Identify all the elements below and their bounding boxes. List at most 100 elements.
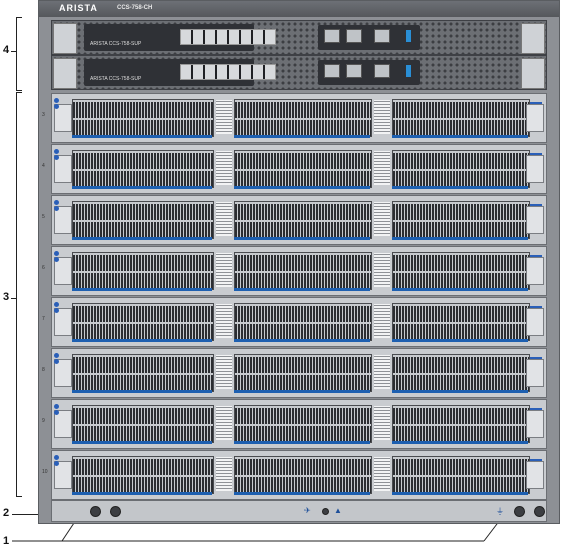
supervisor-ports xyxy=(180,64,276,80)
status-led xyxy=(54,308,59,313)
status-led xyxy=(54,461,59,466)
port-bank xyxy=(392,201,530,239)
port-bank xyxy=(234,405,372,443)
warning-icon: ▲ xyxy=(334,506,342,515)
port-bank xyxy=(392,252,530,290)
slot-number: 10 xyxy=(42,469,48,475)
vent xyxy=(374,100,390,134)
vent xyxy=(374,355,390,389)
chassis-brand: ARISTA xyxy=(59,3,98,13)
linecard: 8 xyxy=(42,348,547,398)
vent xyxy=(216,100,232,134)
status-led xyxy=(54,455,59,460)
status-led xyxy=(322,508,329,515)
vent xyxy=(216,406,232,440)
supervisor-module-1: ARISTA CCS-758-SUP xyxy=(51,20,547,55)
linecard-status-leds xyxy=(54,98,62,109)
port-bank xyxy=(234,201,372,239)
chassis: ARISTA CCS-758-CH ARISTA CCS-758-SUP ARI… xyxy=(38,0,560,524)
linecard-status-leds xyxy=(54,302,62,313)
thumbscrew xyxy=(514,506,525,517)
vent xyxy=(374,253,390,287)
linecard-status-leds xyxy=(54,353,62,364)
linecard: 7 xyxy=(42,297,547,347)
vent xyxy=(374,202,390,236)
status-led xyxy=(54,206,59,211)
status-led xyxy=(54,155,59,160)
slot-number: 9 xyxy=(42,418,45,424)
usb-port xyxy=(406,65,411,77)
port-bank xyxy=(392,354,530,392)
port-bank xyxy=(234,456,372,494)
status-led xyxy=(54,353,59,358)
supervisor-ports xyxy=(180,29,276,45)
port-bank xyxy=(234,252,372,290)
slot-number: 4 xyxy=(42,163,45,169)
callout-3: 3 xyxy=(3,291,10,303)
supervisor-mgmt-panel xyxy=(318,60,420,85)
port-label-strip xyxy=(72,441,212,444)
port-bank xyxy=(392,456,530,494)
linecard-ear-right xyxy=(526,461,544,489)
thumbscrew xyxy=(110,506,121,517)
tick-4 xyxy=(11,51,16,52)
linecard: 5 xyxy=(42,195,547,245)
linecard-status-leds xyxy=(54,149,62,160)
vent xyxy=(216,355,232,389)
vent xyxy=(216,457,232,491)
mgmt-port xyxy=(324,29,340,43)
port-label-strip xyxy=(392,135,528,138)
port-label-strip xyxy=(392,339,528,342)
vent xyxy=(216,202,232,236)
port-bank xyxy=(234,303,372,341)
port-label-strip xyxy=(72,135,212,138)
linecard: 9 xyxy=(42,399,547,449)
thumbscrew xyxy=(90,506,101,517)
port-label-strip xyxy=(392,390,528,393)
port-bank xyxy=(392,99,530,137)
port-label-strip xyxy=(392,237,528,240)
port-label-strip xyxy=(392,288,528,291)
vent xyxy=(374,304,390,338)
port-bank xyxy=(392,303,530,341)
port-label-strip xyxy=(72,339,212,342)
port-label-strip xyxy=(234,441,370,444)
tick-3 xyxy=(11,298,16,299)
port-bank xyxy=(72,303,214,341)
supervisor-label: ARISTA CCS-758-SUP xyxy=(90,41,142,47)
status-led xyxy=(54,251,59,256)
usb-port xyxy=(406,30,411,42)
port-label-strip xyxy=(392,492,528,495)
port-label-strip xyxy=(392,441,528,444)
status-led xyxy=(54,302,59,307)
port-label-strip xyxy=(234,237,370,240)
linecard-status-leds xyxy=(54,200,62,211)
port-bank xyxy=(72,456,214,494)
linecard-ear-right xyxy=(526,104,544,132)
vent xyxy=(374,406,390,440)
mgmt-port xyxy=(324,64,340,78)
port-label-strip xyxy=(72,237,212,240)
callout-1: 1 xyxy=(3,535,10,547)
port-label-strip xyxy=(234,186,370,189)
port-label-strip xyxy=(72,390,212,393)
vent xyxy=(216,253,232,287)
ground-icon: ⏚ xyxy=(496,507,504,516)
slot-number: 8 xyxy=(42,367,45,373)
status-led xyxy=(54,104,59,109)
linecard-ear-right xyxy=(526,206,544,234)
port-bank xyxy=(392,150,530,188)
supervisor-ear-left xyxy=(53,58,77,89)
status-led xyxy=(54,98,59,103)
port-bank xyxy=(392,405,530,443)
port-bank xyxy=(234,99,372,137)
port-bank xyxy=(72,201,214,239)
mgmt-port xyxy=(346,64,362,78)
supervisor-label: ARISTA CCS-758-SUP xyxy=(90,76,142,82)
port-label-strip xyxy=(234,288,370,291)
slot-number: 3 xyxy=(42,112,45,118)
fan-icon: ✈ xyxy=(304,506,311,515)
supervisor-ear-left xyxy=(53,23,77,54)
bracket-3 xyxy=(16,92,22,497)
linecard-ear-right xyxy=(526,257,544,285)
